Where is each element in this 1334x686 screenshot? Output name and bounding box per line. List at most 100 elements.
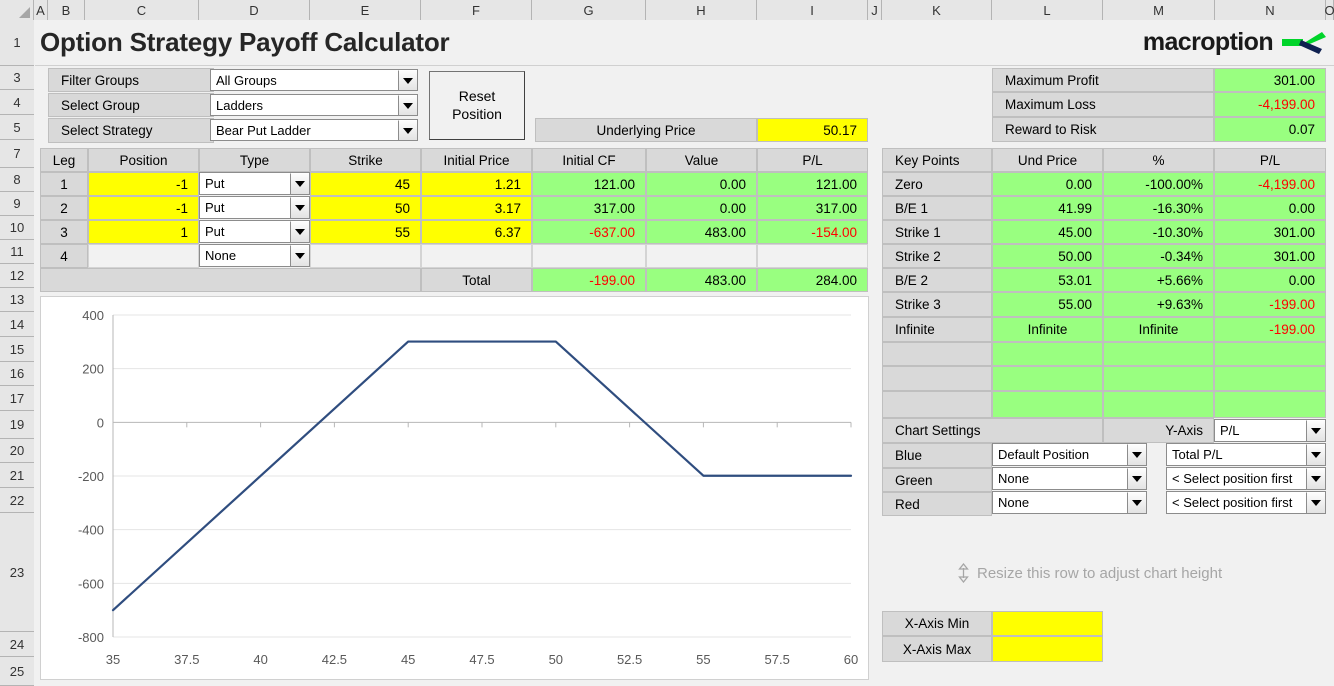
row-header-7[interactable]: 7 bbox=[0, 140, 34, 168]
leg-4-initial-price-input[interactable] bbox=[421, 244, 532, 268]
series-red-position-dropdown[interactable]: None bbox=[992, 491, 1147, 514]
leg-3-initial-price-input[interactable]: 6.37 bbox=[421, 220, 532, 244]
row-header-9[interactable]: 9 bbox=[0, 192, 34, 216]
payoff-chart[interactable]: -800 -600 -400 -200 0 200 400 35 37.5 40 42.5 45 47… bbox=[40, 296, 869, 680]
series-blue-position-chevron-down-icon[interactable] bbox=[1127, 444, 1146, 465]
series-green-position-dropdown[interactable]: None bbox=[992, 467, 1147, 490]
underlying-price-input[interactable]: 50.17 bbox=[757, 118, 868, 142]
legs-header-position: Position bbox=[88, 148, 199, 172]
row-header-14[interactable]: 14 bbox=[0, 312, 34, 337]
y-axis-chevron-down-icon[interactable] bbox=[1306, 420, 1325, 441]
row-header-16[interactable]: 16 bbox=[0, 362, 34, 386]
column-header-h[interactable]: H bbox=[646, 0, 757, 20]
svg-text:-400: -400 bbox=[78, 523, 104, 538]
row-header-24[interactable]: 24 bbox=[0, 632, 34, 657]
column-header-a[interactable]: A bbox=[34, 0, 48, 20]
column-header-e[interactable]: E bbox=[310, 0, 421, 20]
payoff-chart-svg: -800 -600 -400 -200 0 200 400 35 37.5 40 42.5 45 47… bbox=[78, 308, 858, 667]
row-header-20[interactable]: 20 bbox=[0, 439, 34, 463]
leg-2-initial-price-input[interactable]: 3.17 bbox=[421, 196, 532, 220]
leg-3-type-chevron-down-icon[interactable] bbox=[290, 221, 309, 242]
select-group-dropdown[interactable]: Ladders bbox=[210, 94, 418, 116]
series-green-position-chevron-down-icon[interactable] bbox=[1127, 468, 1146, 489]
row-header-22[interactable]: 22 bbox=[0, 488, 34, 513]
row-header-21[interactable]: 21 bbox=[0, 463, 34, 488]
row-header-15[interactable]: 15 bbox=[0, 337, 34, 362]
y-axis-dropdown[interactable]: P/L bbox=[1214, 419, 1326, 442]
column-header-l[interactable]: L bbox=[992, 0, 1103, 20]
series-red-position-chevron-down-icon[interactable] bbox=[1127, 492, 1146, 513]
select-all-triangle-icon bbox=[19, 7, 30, 18]
svg-text:40: 40 bbox=[253, 652, 267, 667]
row-header-10[interactable]: 10 bbox=[0, 216, 34, 240]
leg-4-strike-input[interactable] bbox=[310, 244, 421, 268]
keypoint-row-strike2-price: 50.00 bbox=[992, 244, 1103, 268]
leg-1-type-chevron-down-icon[interactable] bbox=[290, 173, 309, 194]
row-header-8[interactable]: 8 bbox=[0, 168, 34, 192]
series-red-metric-value: < Select position first bbox=[1172, 495, 1293, 510]
reset-position-button[interactable]: Reset Position bbox=[429, 71, 525, 140]
series-blue-metric-dropdown[interactable]: Total P/L bbox=[1166, 443, 1326, 466]
column-header-c[interactable]: C bbox=[85, 0, 199, 20]
filter-groups-chevron-down-icon[interactable] bbox=[398, 70, 417, 90]
column-header-m[interactable]: M bbox=[1103, 0, 1215, 20]
series-green-metric-chevron-down-icon[interactable] bbox=[1306, 468, 1325, 489]
keypoint-empty-row-2-pct bbox=[1103, 366, 1214, 391]
keypoint-row-zero-pl: -4,199.00 bbox=[1214, 172, 1326, 196]
leg-2-strike-input[interactable]: 50 bbox=[310, 196, 421, 220]
leg-4-type-chevron-down-icon[interactable] bbox=[290, 245, 309, 266]
leg-3-type-dropdown[interactable]: Put bbox=[199, 220, 310, 243]
leg-1-strike-input[interactable]: 45 bbox=[310, 172, 421, 196]
x-axis-min-input[interactable] bbox=[992, 611, 1103, 636]
leg-4-type-value: None bbox=[205, 248, 237, 263]
row-header-13[interactable]: 13 bbox=[0, 288, 34, 312]
leg-2-type-dropdown[interactable]: Put bbox=[199, 196, 310, 219]
filter-groups-label: Filter Groups bbox=[48, 68, 214, 92]
chart-y-axis-labels: -800 -600 -400 -200 0 200 400 bbox=[78, 308, 104, 645]
leg-3-strike-input[interactable]: 55 bbox=[310, 220, 421, 244]
select-all-corner[interactable] bbox=[0, 0, 34, 20]
column-header-k[interactable]: K bbox=[882, 0, 992, 20]
select-strategy-dropdown[interactable]: Bear Put Ladder bbox=[210, 119, 418, 141]
column-header-j[interactable]: J bbox=[868, 0, 882, 20]
leg-4-type-dropdown[interactable]: None bbox=[199, 244, 310, 267]
select-group-chevron-down-icon[interactable] bbox=[398, 95, 417, 115]
series-green-metric-dropdown[interactable]: < Select position first bbox=[1166, 467, 1326, 490]
filter-groups-dropdown[interactable]: All Groups bbox=[210, 69, 418, 91]
x-axis-max-input[interactable] bbox=[992, 636, 1103, 662]
series-red-metric-chevron-down-icon[interactable] bbox=[1306, 492, 1325, 513]
row-header-25[interactable]: 25 bbox=[0, 657, 34, 686]
series-blue-position-dropdown[interactable]: Default Position bbox=[992, 443, 1147, 466]
leg-1-type-dropdown[interactable]: Put bbox=[199, 172, 310, 195]
row-header-3[interactable]: 3 bbox=[0, 66, 34, 90]
leg-1-position-input[interactable]: -1 bbox=[88, 172, 199, 196]
row-header-11[interactable]: 11 bbox=[0, 240, 34, 264]
total-value: 483.00 bbox=[646, 268, 757, 292]
select-strategy-chevron-down-icon[interactable] bbox=[398, 120, 417, 140]
column-header-f[interactable]: F bbox=[421, 0, 532, 20]
row-header-1[interactable]: 1 bbox=[0, 20, 34, 66]
row-header-12[interactable]: 12 bbox=[0, 264, 34, 288]
column-header-i[interactable]: I bbox=[757, 0, 868, 20]
leg-4-position-input[interactable] bbox=[88, 244, 199, 268]
leg-1-initial-price-input[interactable]: 1.21 bbox=[421, 172, 532, 196]
row-header-5[interactable]: 5 bbox=[0, 115, 34, 140]
leg-3-position-input[interactable]: 1 bbox=[88, 220, 199, 244]
series-blue-metric-chevron-down-icon[interactable] bbox=[1306, 444, 1325, 465]
series-red-metric-dropdown[interactable]: < Select position first bbox=[1166, 491, 1326, 514]
column-header-d[interactable]: D bbox=[199, 0, 310, 20]
column-header-n[interactable]: N bbox=[1215, 0, 1326, 20]
svg-text:-800: -800 bbox=[78, 630, 104, 645]
y-axis-value: P/L bbox=[1220, 423, 1240, 438]
row-header-17[interactable]: 17 bbox=[0, 386, 34, 411]
leg-2-position-input[interactable]: -1 bbox=[88, 196, 199, 220]
row-header-4[interactable]: 4 bbox=[0, 90, 34, 115]
keypoints-header-pl: P/L bbox=[1214, 148, 1326, 172]
row-header-23[interactable]: 23 bbox=[0, 513, 34, 632]
column-header-o[interactable]: O bbox=[1324, 0, 1334, 20]
row-header-19[interactable]: 19 bbox=[0, 411, 34, 439]
keypoint-row-be2-pct: +5.66% bbox=[1103, 268, 1214, 292]
column-header-b[interactable]: B bbox=[48, 0, 85, 20]
leg-2-type-chevron-down-icon[interactable] bbox=[290, 197, 309, 218]
column-header-g[interactable]: G bbox=[532, 0, 646, 20]
